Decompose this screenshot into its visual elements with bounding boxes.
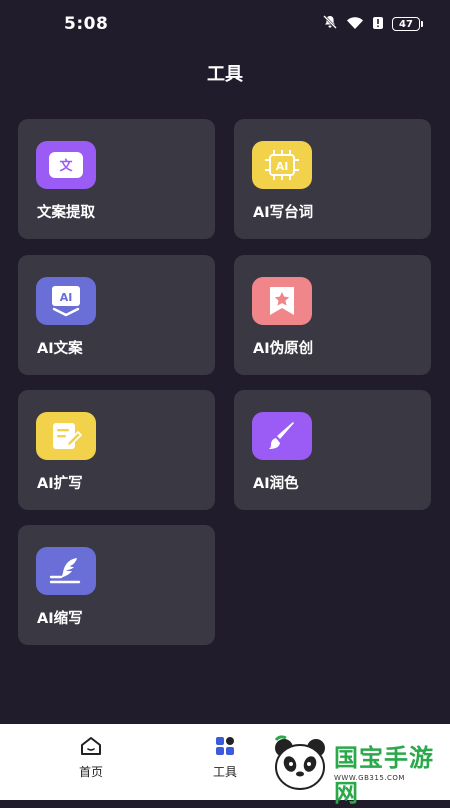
status-icons: 47 <box>322 14 423 34</box>
svg-text:文: 文 <box>59 158 73 174</box>
status-time: 5:08 <box>64 14 109 34</box>
tool-card-ai-abbreviate[interactable]: AI缩写 <box>18 525 215 645</box>
brush-icon <box>252 412 312 460</box>
tool-label: AI文案 <box>37 341 83 357</box>
tool-card-ai-script[interactable]: AI AI写台词 <box>234 119 431 239</box>
tool-label: AI缩写 <box>37 611 83 627</box>
nav-label-tools: 工具 <box>212 765 237 779</box>
tool-card-ai-expand[interactable]: AI扩写 <box>18 390 215 510</box>
star-bookmark-icon <box>252 277 312 325</box>
ai-copy-icon: AI <box>36 277 96 325</box>
tool-label: AI润色 <box>253 476 299 492</box>
nav-label-home: 首页 <box>78 765 103 779</box>
ai-chip-icon: AI <box>252 141 312 189</box>
tool-card-ai-rewrite[interactable]: AI伪原创 <box>234 255 431 375</box>
tool-card-ai-copywriting[interactable]: AI AI文案 <box>18 255 215 375</box>
panda-icon <box>270 734 330 798</box>
page-title: 工具 <box>207 64 243 85</box>
tool-card-ai-polish[interactable]: AI润色 <box>234 390 431 510</box>
tool-label: AI写台词 <box>253 205 314 221</box>
quill-icon <box>36 547 96 595</box>
nav-item-tools[interactable]: 工具 <box>195 736 255 780</box>
tool-label: AI扩写 <box>37 476 83 492</box>
battery-icon: 47 <box>392 17 423 31</box>
alert-icon <box>372 15 384 34</box>
svg-text:AI: AI <box>60 291 73 304</box>
watermark-url: WWW.GB315.COM <box>334 774 405 782</box>
text-extract-icon: 文 <box>36 141 96 189</box>
tool-label: 文案提取 <box>37 205 95 221</box>
wifi-icon <box>346 15 364 34</box>
watermark-brand: 国宝手游网 <box>334 744 434 807</box>
bell-off-icon <box>322 14 338 34</box>
note-edit-icon <box>36 412 96 460</box>
home-icon <box>79 737 103 759</box>
svg-text:AI: AI <box>276 160 289 173</box>
tool-label: AI伪原创 <box>253 341 314 357</box>
nav-item-home[interactable]: 首页 <box>61 736 121 780</box>
tool-card-text-extract[interactable]: 文 文案提取 <box>18 119 215 239</box>
watermark-logo: 国宝手游网 WWW.GB315.COM <box>262 726 450 807</box>
apps-icon <box>213 737 237 759</box>
status-bar: 5:08 47 <box>0 0 450 46</box>
